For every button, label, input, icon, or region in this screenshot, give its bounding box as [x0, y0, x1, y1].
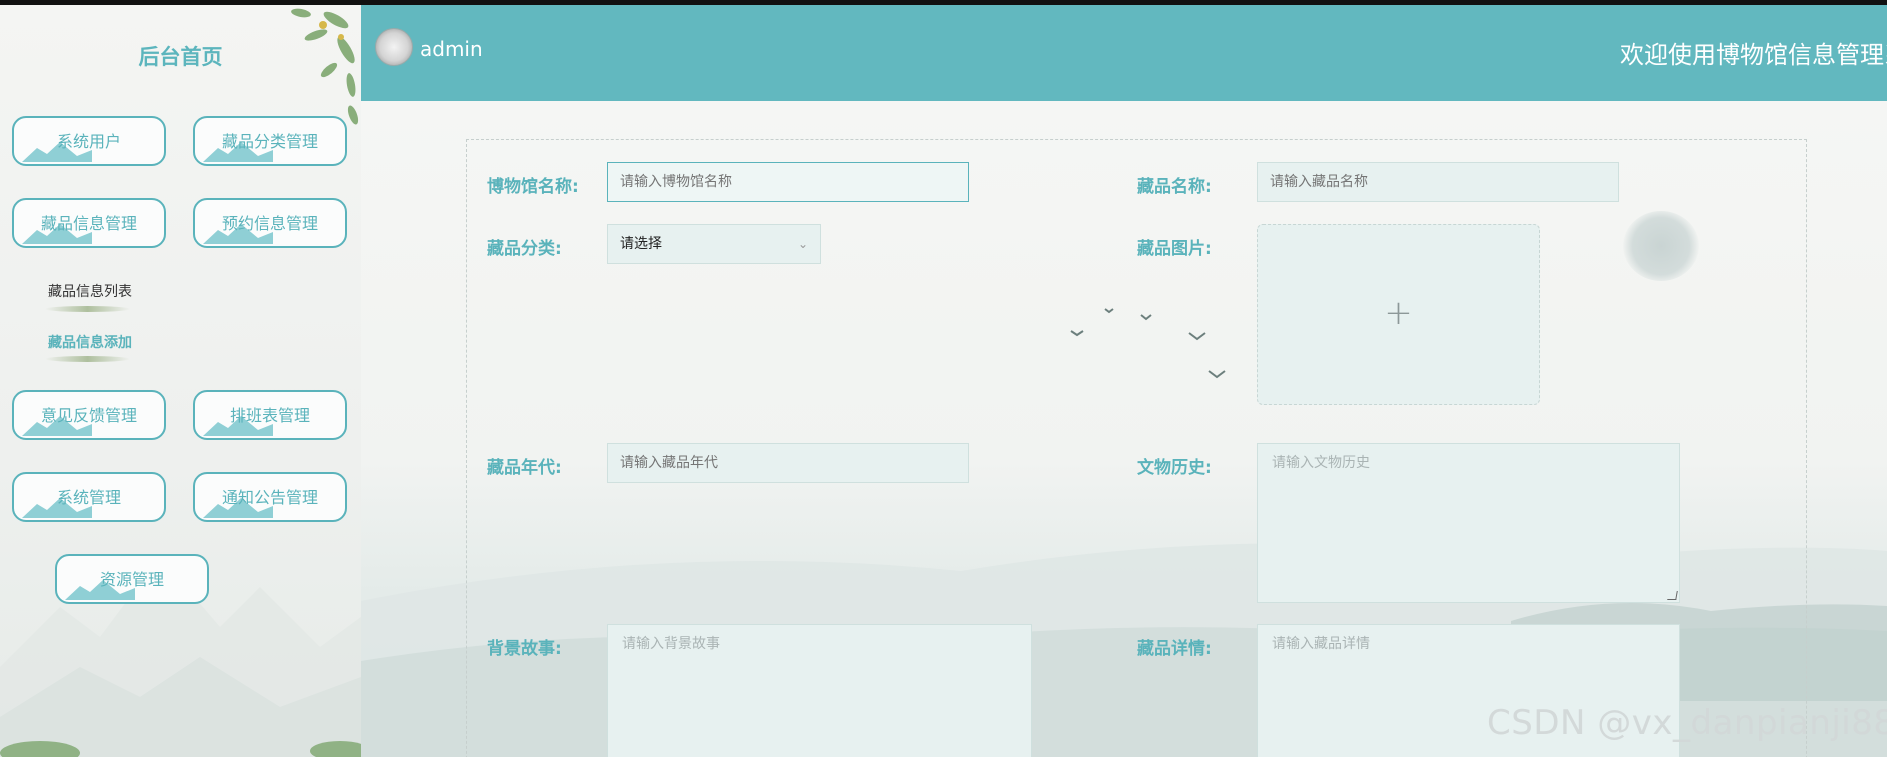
story-placeholder: 请输入背景故事: [622, 636, 720, 652]
image-upload[interactable]: +: [1257, 224, 1540, 405]
menu-label: 排班表管理: [229, 406, 310, 425]
menu-resource-management[interactable]: 资源管理: [55, 554, 209, 604]
menu-reservation-management[interactable]: 预约信息管理: [193, 198, 347, 248]
history-textarea[interactable]: 请输入文物历史: [1257, 443, 1680, 603]
welcome-text: 欢迎使用博物馆信息管理系: [1620, 41, 1887, 69]
menu-label: 资源管理: [99, 570, 164, 589]
menu-label: 意见反馈管理: [40, 406, 137, 425]
avatar[interactable]: [375, 28, 413, 66]
item-form: 博物馆名称: 藏品名称: 藏品分类: 请选择 ⌄ 藏品图片: + 藏品年代: 文…: [466, 139, 1807, 757]
history-label: 文物历史:: [1137, 458, 1212, 478]
submenu-item-add[interactable]: 藏品信息添加: [48, 332, 132, 352]
history-placeholder: 请输入文物历史: [1272, 455, 1370, 471]
menu-label: 系统管理: [56, 488, 121, 507]
era-label: 藏品年代:: [487, 458, 562, 478]
submenu-underline: [45, 356, 130, 362]
header: admin 欢迎使用博物馆信息管理系: [361, 5, 1887, 101]
menu-system-users[interactable]: 系统用户: [12, 116, 166, 166]
watermark: CSDN @vx_danpianji889: [1487, 703, 1887, 743]
menu-label: 系统用户: [56, 132, 121, 151]
story-textarea[interactable]: 请输入背景故事: [607, 624, 1032, 757]
sidebar-title[interactable]: 后台首页: [0, 41, 361, 71]
museum-name-input[interactable]: [607, 162, 969, 202]
details-placeholder: 请输入藏品详情: [1272, 636, 1370, 652]
menu-category-management[interactable]: 藏品分类管理: [193, 116, 347, 166]
category-select-value: 请选择: [620, 236, 662, 252]
main-content: 博物馆名称: 藏品名称: 藏品分类: 请选择 ⌄ 藏品图片: + 藏品年代: 文…: [361, 101, 1887, 757]
museum-name-label: 博物馆名称:: [487, 177, 579, 197]
chevron-down-icon: ⌄: [797, 237, 808, 251]
username[interactable]: admin: [420, 37, 483, 61]
menu-label: 藏品信息管理: [40, 214, 137, 233]
menu-label: 通知公告管理: [221, 488, 318, 507]
sidebar: 后台首页 系统用户 藏品分类管理 藏品信息管理 预约信息管理 藏品信息列表 藏品…: [0, 5, 362, 757]
mountain-decoration: [0, 557, 361, 757]
plus-icon: +: [1384, 293, 1413, 333]
category-label: 藏品分类:: [487, 239, 562, 259]
submenu-item-list[interactable]: 藏品信息列表: [48, 281, 132, 301]
details-label: 藏品详情:: [1137, 639, 1212, 659]
category-select[interactable]: 请选择 ⌄: [607, 224, 821, 264]
menu-system-management[interactable]: 系统管理: [12, 472, 166, 522]
resize-handle-icon[interactable]: [1667, 591, 1678, 600]
era-input[interactable]: [607, 443, 969, 483]
image-label: 藏品图片:: [1137, 239, 1212, 259]
item-name-input[interactable]: [1257, 162, 1619, 202]
story-label: 背景故事:: [487, 639, 562, 659]
menu-label: 藏品分类管理: [221, 132, 318, 151]
menu-label: 预约信息管理: [221, 214, 318, 233]
menu-notice-management[interactable]: 通知公告管理: [193, 472, 347, 522]
menu-schedule-management[interactable]: 排班表管理: [193, 390, 347, 440]
menu-item-info-management[interactable]: 藏品信息管理: [12, 198, 166, 248]
menu-feedback-management[interactable]: 意见反馈管理: [12, 390, 166, 440]
item-name-label: 藏品名称:: [1137, 177, 1212, 197]
submenu-underline: [45, 306, 130, 312]
